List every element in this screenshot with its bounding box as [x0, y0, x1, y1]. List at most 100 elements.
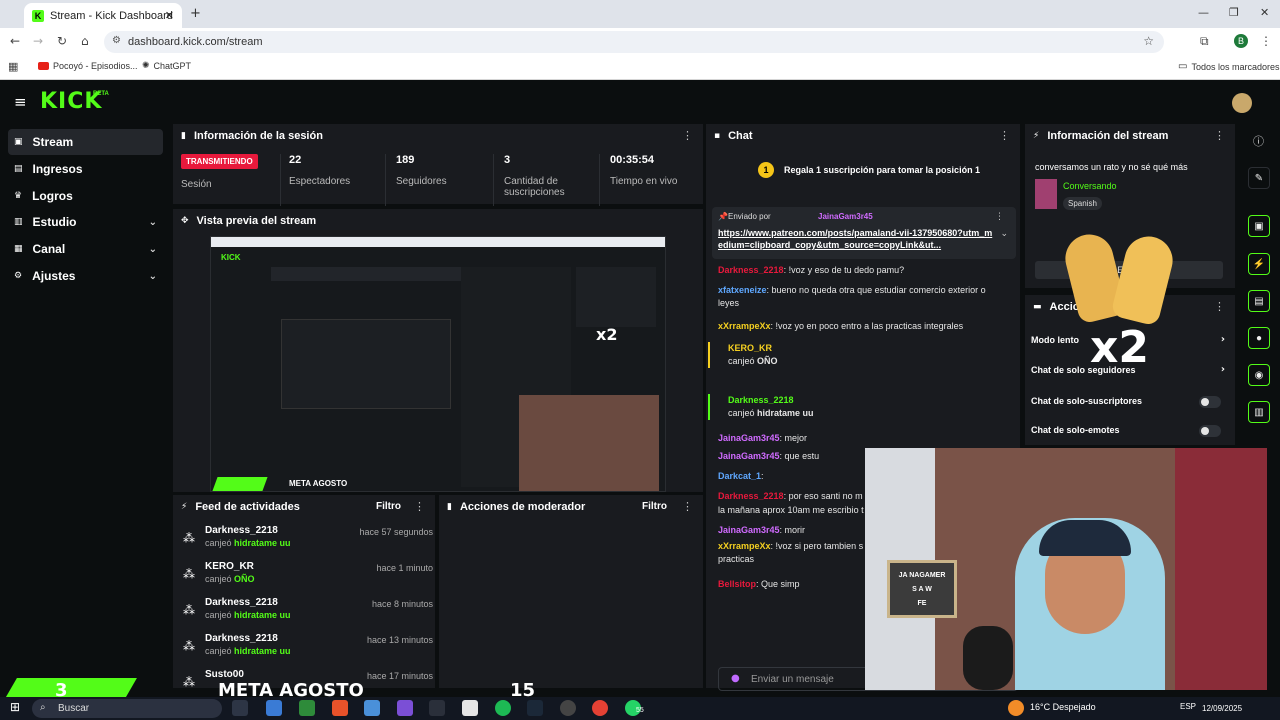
- emote-only-toggle[interactable]: [1199, 425, 1221, 437]
- sidebar-item-estudio[interactable]: ▥ Estudio ⌄: [8, 209, 163, 235]
- more-options-icon[interactable]: ⋮: [414, 500, 425, 513]
- microphone-icon[interactable]: ●: [731, 673, 740, 684]
- obs-icon[interactable]: [560, 700, 576, 716]
- minimize-icon[interactable]: —: [1198, 6, 1209, 19]
- browser-tab[interactable]: K Stream - Kick Dashboard ✕: [24, 3, 182, 28]
- chat-username[interactable]: JainaGam3r45: [718, 525, 780, 535]
- chevron-down-icon[interactable]: ⌄: [1000, 229, 1008, 239]
- mod-filter-button[interactable]: Filtro: [642, 501, 667, 512]
- clipboard-icon[interactable]: ▤: [1248, 290, 1270, 312]
- activity-user[interactable]: Darkness_2218: [205, 597, 291, 608]
- url-input[interactable]: ⚙ dashboard.kick.com/stream ☆: [104, 31, 1164, 53]
- chat-username[interactable]: Darkness_2218: [718, 491, 784, 501]
- taskbar-date[interactable]: 12/09/2025: [1202, 704, 1242, 713]
- more-options-icon[interactable]: ⋮: [999, 129, 1010, 142]
- stat-session: TRANSMITIENDO Sesión: [181, 154, 258, 206]
- quick-action-subs-only[interactable]: Chat de solo-suscriptores: [1031, 396, 1231, 410]
- more-options-icon[interactable]: ⋮: [682, 129, 693, 142]
- activity-feed-panel: ⚡ Feed de actividades Filtro ⋮ ⁂ Darkness…: [173, 495, 435, 689]
- server-icon[interactable]: ▥: [1248, 401, 1270, 423]
- activity-row[interactable]: ⁂ Darkness_2218 canjeó hidratame uu hace 13…: [183, 633, 433, 667]
- info-circle-icon[interactable]: ⓘ: [1253, 133, 1264, 149]
- back-icon[interactable]: ←: [10, 34, 20, 48]
- sidebar-item-ingresos[interactable]: ▤ Ingresos: [8, 156, 163, 182]
- steam-icon[interactable]: [527, 700, 543, 716]
- broadcast-icon[interactable]: ◉: [1248, 364, 1270, 386]
- subs-only-toggle[interactable]: [1199, 396, 1221, 408]
- close-window-icon[interactable]: ✕: [1260, 6, 1269, 19]
- chat-username[interactable]: JainaGam3r45: [718, 451, 780, 461]
- spotify-icon[interactable]: [495, 700, 511, 716]
- quick-action-label: Chat de solo-suscriptores: [1031, 396, 1143, 406]
- windows-start-icon[interactable]: ⊞: [10, 700, 20, 714]
- pinned-link[interactable]: https://www.patreon.com/posts/pamaland-v…: [718, 227, 993, 253]
- bookmark-pocoyo[interactable]: Pocoyó - Episodios...: [38, 61, 138, 71]
- more-options-icon[interactable]: ⋮: [1214, 129, 1225, 142]
- gift-rank-badge: 1: [758, 162, 774, 178]
- activity-user[interactable]: Darkness_2218: [205, 525, 291, 536]
- activity-filter-button[interactable]: Filtro: [376, 501, 401, 512]
- capcut-icon[interactable]: [429, 700, 445, 716]
- chat-username[interactable]: KERO_KR: [728, 342, 998, 355]
- chat-username[interactable]: xXrrampeXx: [718, 321, 771, 331]
- browser-menu-icon[interactable]: ⋮: [1260, 34, 1272, 48]
- pinned-user[interactable]: JainaGam3r45: [818, 212, 873, 221]
- activity-user[interactable]: Darkness_2218: [205, 633, 291, 644]
- app-icon[interactable]: [332, 700, 348, 716]
- sidebar-item-canal[interactable]: ▦ Canal ⌄: [8, 236, 163, 262]
- language-indicator[interactable]: ESP: [1180, 702, 1196, 711]
- new-tab-icon[interactable]: +: [190, 6, 201, 21]
- trophy-icon: ♛: [14, 191, 23, 201]
- reload-icon[interactable]: ↻: [57, 34, 67, 48]
- more-options-icon[interactable]: ⋮: [682, 500, 693, 513]
- mail-icon[interactable]: [462, 700, 478, 716]
- category-name[interactable]: Conversando: [1063, 181, 1117, 191]
- more-options-icon[interactable]: ⋮: [1214, 300, 1225, 313]
- activity-row[interactable]: ⁂ Darkness_2218 canjeó hidratame uu hace 8 …: [183, 597, 433, 631]
- chat-username[interactable]: Darkness_2218: [728, 394, 998, 407]
- chat-username[interactable]: JainaGam3r45: [718, 433, 780, 443]
- quick-action-emote-only[interactable]: Chat de solo-emotes: [1031, 425, 1231, 439]
- gift-sub-prompt[interactable]: Regala 1 suscripción para tomar la posic…: [784, 165, 980, 175]
- chat-username[interactable]: Bellsitop: [718, 579, 756, 589]
- close-tab-icon[interactable]: ✕: [165, 9, 174, 22]
- hamburger-menu-icon[interactable]: ≡: [14, 93, 27, 111]
- forward-icon[interactable]: →: [33, 34, 43, 48]
- sidebar-item-ajustes[interactable]: ⚙ Ajustes ⌄: [8, 263, 163, 289]
- weather-text[interactable]: 16°C Despejado: [1030, 702, 1096, 712]
- file-explorer-icon[interactable]: [364, 700, 380, 716]
- user-avatar[interactable]: [1232, 93, 1252, 113]
- taskbar-search[interactable]: ⌕ Buscar: [32, 699, 222, 718]
- chat-username[interactable]: Darkness_2218: [718, 265, 784, 275]
- bookmark-chatgpt[interactable]: ✺ ChatGPT: [142, 61, 191, 71]
- crop-icon[interactable]: ▣: [1248, 215, 1270, 237]
- maximize-icon[interactable]: ❐: [1229, 6, 1239, 19]
- all-bookmarks[interactable]: ▭ Todos los marcadores: [1178, 61, 1280, 72]
- profile-avatar[interactable]: B: [1234, 34, 1248, 48]
- activity-user[interactable]: KERO_KR: [205, 561, 255, 572]
- stream-icon: ▣: [14, 137, 23, 147]
- xbox-icon[interactable]: [299, 700, 315, 716]
- chat-username[interactable]: xXrrampeXx: [718, 541, 771, 551]
- more-options-icon[interactable]: ⋮: [995, 212, 1004, 222]
- extensions-icon[interactable]: ⧉: [1200, 34, 1209, 49]
- stream-preview-video[interactable]: KICK x2 META AGOSTO: [210, 236, 666, 492]
- discord-icon[interactable]: [397, 700, 413, 716]
- sidebar-item-logros[interactable]: ♛ Logros: [8, 183, 163, 209]
- lightning-icon[interactable]: ⚡: [1248, 253, 1270, 275]
- site-info-icon[interactable]: ⚙: [112, 35, 121, 46]
- chat-bubble-icon[interactable]: ●: [1248, 327, 1270, 349]
- edit-pencil-icon[interactable]: ✎: [1248, 167, 1270, 189]
- task-view-icon[interactable]: [232, 700, 248, 716]
- chat-username[interactable]: xfatxeneize: [718, 285, 767, 295]
- activity-row[interactable]: ⁂ KERO_KR canjeó OÑO hace 1 minuto: [183, 561, 433, 595]
- home-icon[interactable]: ⌂: [81, 34, 89, 48]
- activity-row[interactable]: ⁂ Darkness_2218 canjeó hidratame uu hace 57…: [183, 525, 433, 559]
- bookmark-star-icon[interactable]: ☆: [1143, 34, 1154, 48]
- apps-grid-icon[interactable]: ▦: [8, 60, 18, 73]
- chat-username[interactable]: Darkcat_1: [718, 471, 761, 481]
- sidebar-item-stream[interactable]: ▣ Stream: [8, 129, 163, 155]
- chrome-icon[interactable]: [592, 700, 608, 716]
- copilot-icon[interactable]: [266, 700, 282, 716]
- chat-text: : que estu: [779, 451, 820, 461]
